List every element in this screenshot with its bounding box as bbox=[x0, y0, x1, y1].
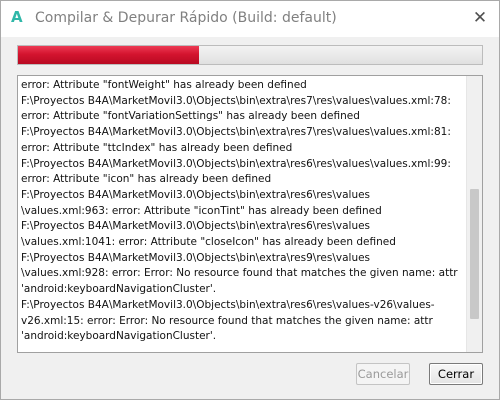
close-button[interactable]: Cerrar bbox=[429, 363, 483, 385]
cancel-button[interactable]: Cancelar bbox=[356, 363, 410, 385]
window-title: Compilar & Depurar Rápido (Build: defaul… bbox=[35, 10, 337, 26]
log-text: error: Attribute "fontWeight" has alread… bbox=[21, 79, 458, 343]
progress-bar bbox=[17, 45, 483, 65]
log-output[interactable]: error: Attribute "fontWeight" has alread… bbox=[17, 75, 483, 353]
progress-fill bbox=[18, 46, 199, 64]
close-icon[interactable]: ✕ bbox=[469, 7, 491, 29]
log-scrollbar[interactable] bbox=[466, 76, 482, 352]
title-bar: A Compilar & Depurar Rápido (Build: defa… bbox=[1, 1, 499, 38]
compile-dialog: A Compilar & Depurar Rápido (Build: defa… bbox=[0, 0, 500, 400]
b4a-logo-icon: A bbox=[11, 8, 23, 26]
scrollbar-thumb[interactable] bbox=[470, 189, 479, 319]
